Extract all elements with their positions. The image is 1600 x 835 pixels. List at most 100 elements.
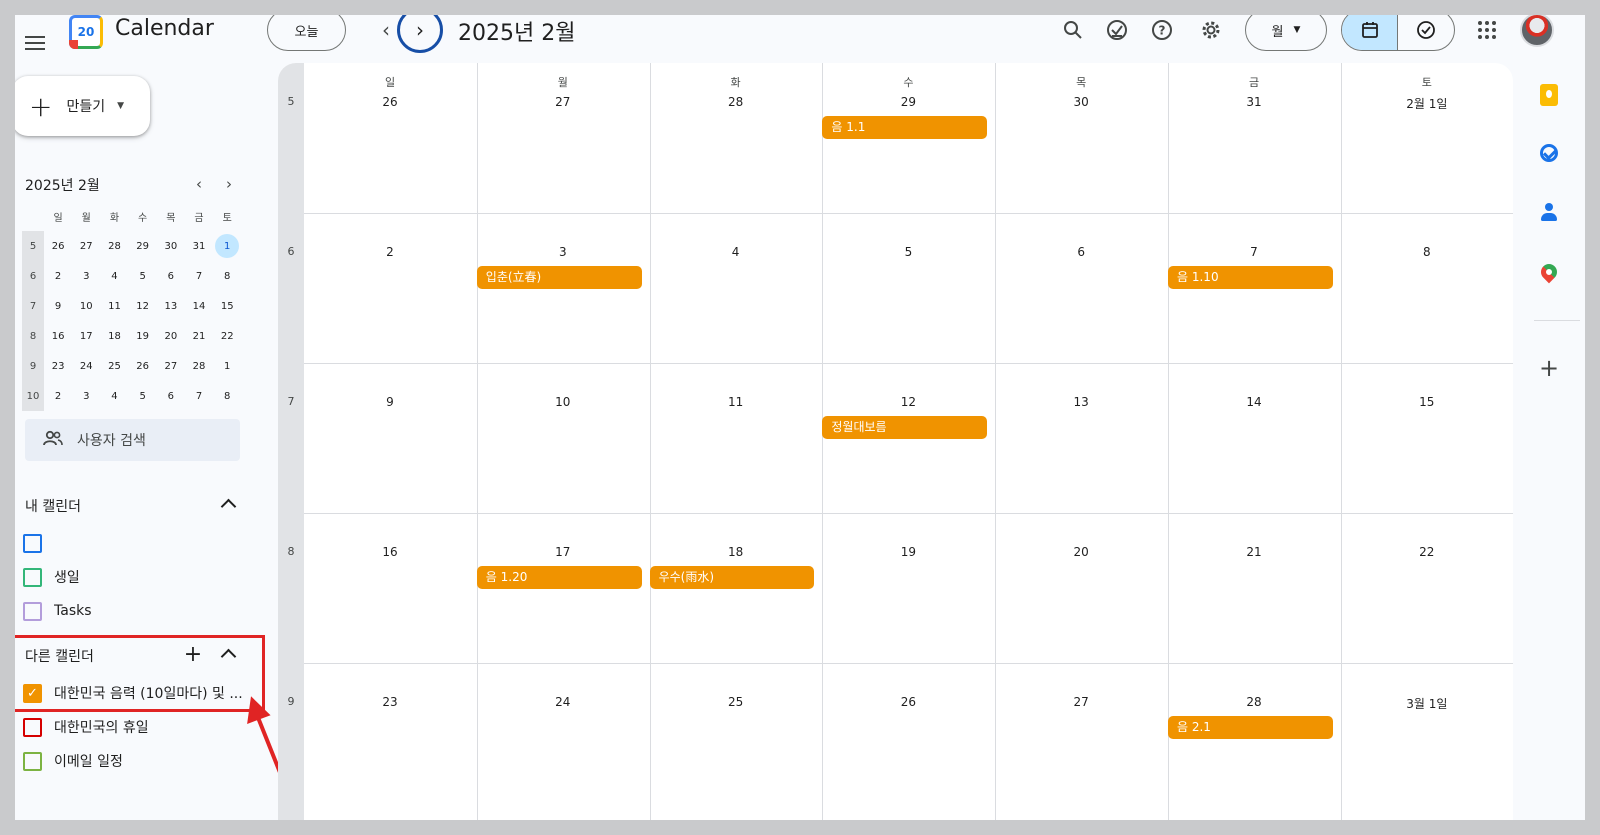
mini-day[interactable]: 7 bbox=[185, 381, 213, 411]
day-number[interactable]: 3월 1일 bbox=[1341, 695, 1513, 712]
day-number[interactable]: 31 bbox=[1168, 95, 1340, 109]
day-number[interactable]: 18 bbox=[650, 545, 822, 559]
mini-day[interactable]: 28 bbox=[100, 231, 128, 261]
calendar-checkbox[interactable] bbox=[23, 717, 42, 737]
mini-day[interactable]: 4 bbox=[100, 261, 128, 291]
main-menu-button[interactable] bbox=[15, 23, 55, 63]
mini-day[interactable]: 4 bbox=[100, 381, 128, 411]
mini-week-number[interactable]: 5 bbox=[22, 231, 44, 261]
contacts-icon[interactable] bbox=[1534, 197, 1564, 227]
day-number[interactable]: 17 bbox=[477, 545, 649, 559]
mini-day[interactable]: 30 bbox=[157, 231, 185, 261]
mini-day[interactable]: 11 bbox=[100, 291, 128, 321]
day-number[interactable]: 6 bbox=[995, 245, 1167, 259]
event-chip[interactable]: 음 1.1 bbox=[822, 116, 988, 139]
mini-day[interactable]: 3 bbox=[72, 381, 100, 411]
week-number[interactable]: 6 bbox=[278, 245, 304, 258]
week-number[interactable]: 7 bbox=[278, 395, 304, 408]
mini-day[interactable]: 22 bbox=[213, 321, 241, 351]
day-number[interactable]: 16 bbox=[304, 545, 476, 559]
create-button[interactable]: + 만들기 ▼ bbox=[15, 76, 150, 136]
day-number[interactable]: 2 bbox=[304, 245, 476, 259]
calendar-checkbox[interactable] bbox=[23, 567, 42, 587]
day-number[interactable]: 4 bbox=[650, 245, 822, 259]
mini-day[interactable]: 9 bbox=[44, 291, 72, 321]
mini-week-number[interactable]: 7 bbox=[22, 291, 44, 321]
calendar-mode-button[interactable] bbox=[1342, 15, 1399, 50]
event-chip[interactable]: 입춘(立春) bbox=[476, 266, 642, 289]
my-calendars-collapse-button[interactable] bbox=[215, 491, 241, 517]
mini-day[interactable]: 27 bbox=[157, 351, 185, 381]
day-number[interactable]: 30 bbox=[995, 95, 1167, 109]
day-number[interactable]: 26 bbox=[304, 95, 476, 109]
mini-day[interactable]: 16 bbox=[44, 321, 72, 351]
mini-week-number[interactable]: 6 bbox=[22, 261, 44, 291]
mini-day[interactable]: 31 bbox=[185, 231, 213, 261]
calendar-checkbox[interactable] bbox=[23, 601, 42, 621]
mini-day[interactable]: 6 bbox=[157, 381, 185, 411]
mini-calendar-next-button[interactable]: › bbox=[218, 173, 240, 195]
keep-icon[interactable] bbox=[1534, 80, 1564, 110]
mini-day[interactable]: 27 bbox=[72, 231, 100, 261]
day-number[interactable]: 11 bbox=[650, 395, 822, 409]
event-chip[interactable]: 음 2.1 bbox=[1168, 716, 1333, 739]
mini-day[interactable]: 3 bbox=[72, 261, 100, 291]
mini-day[interactable]: 2 bbox=[44, 381, 72, 411]
day-number[interactable]: 27 bbox=[995, 695, 1167, 709]
day-number[interactable]: 27 bbox=[477, 95, 649, 109]
day-number[interactable]: 10 bbox=[477, 395, 649, 409]
tasks-mode-button[interactable] bbox=[1398, 15, 1454, 50]
mini-day[interactable]: 10 bbox=[72, 291, 100, 321]
day-number[interactable]: 20 bbox=[995, 545, 1167, 559]
week-number[interactable]: 5 bbox=[278, 95, 304, 108]
mini-day[interactable]: 5 bbox=[129, 381, 157, 411]
mini-calendar-prev-button[interactable]: ‹ bbox=[188, 173, 210, 195]
day-number[interactable]: 14 bbox=[1168, 395, 1340, 409]
account-avatar[interactable] bbox=[1520, 15, 1554, 47]
mini-day[interactable]: 23 bbox=[44, 351, 72, 381]
mini-day[interactable]: 7 bbox=[185, 261, 213, 291]
google-apps-button[interactable] bbox=[1469, 15, 1505, 48]
mini-day[interactable]: 1 bbox=[213, 351, 241, 381]
day-number[interactable]: 15 bbox=[1341, 395, 1513, 409]
day-number[interactable]: 13 bbox=[995, 395, 1167, 409]
day-number[interactable]: 21 bbox=[1168, 545, 1340, 559]
day-number[interactable]: 12 bbox=[822, 395, 994, 409]
mini-day[interactable]: 13 bbox=[157, 291, 185, 321]
event-chip[interactable]: 음 1.20 bbox=[476, 566, 642, 589]
calendar-list-item[interactable]: 대한민국의 휴일 bbox=[23, 712, 253, 742]
calendar-list-item[interactable]: 이메일 일정 bbox=[23, 746, 253, 776]
day-number[interactable]: 9 bbox=[304, 395, 476, 409]
mini-week-number[interactable]: 9 bbox=[22, 351, 44, 381]
mini-week-number[interactable]: 10 bbox=[22, 381, 44, 411]
mini-day[interactable]: 29 bbox=[129, 231, 157, 261]
mini-day[interactable]: 8 bbox=[213, 261, 241, 291]
mini-day[interactable]: 17 bbox=[72, 321, 100, 351]
mini-day[interactable]: 1 bbox=[213, 231, 241, 261]
day-number[interactable]: 3 bbox=[477, 245, 649, 259]
people-search-field[interactable]: 사용자 검색 bbox=[25, 419, 240, 461]
mini-day[interactable]: 2 bbox=[44, 261, 72, 291]
day-number[interactable]: 26 bbox=[822, 695, 994, 709]
view-select-button[interactable]: 월 ▼ bbox=[1245, 15, 1327, 51]
day-number[interactable]: 5 bbox=[822, 245, 994, 259]
tasks-icon[interactable] bbox=[1534, 138, 1564, 168]
week-number[interactable]: 8 bbox=[278, 545, 304, 558]
maps-icon[interactable] bbox=[1534, 257, 1564, 287]
mini-day[interactable]: 5 bbox=[129, 261, 157, 291]
day-number[interactable]: 29 bbox=[822, 95, 994, 109]
settings-button[interactable] bbox=[1193, 15, 1229, 48]
day-number[interactable]: 28 bbox=[1168, 695, 1340, 709]
tasks-status-button[interactable] bbox=[1099, 15, 1135, 48]
mini-day[interactable]: 28 bbox=[185, 351, 213, 381]
event-chip[interactable]: 우수(雨水) bbox=[649, 566, 815, 589]
day-number[interactable]: 19 bbox=[822, 545, 994, 559]
week-number[interactable]: 9 bbox=[278, 695, 304, 708]
mini-day[interactable]: 8 bbox=[213, 381, 241, 411]
mini-day[interactable]: 15 bbox=[213, 291, 241, 321]
mini-day[interactable]: 21 bbox=[185, 321, 213, 351]
day-number[interactable]: 25 bbox=[650, 695, 822, 709]
day-number[interactable]: 28 bbox=[650, 95, 822, 109]
event-chip[interactable]: 정월대보름 bbox=[822, 416, 988, 439]
mini-day[interactable]: 6 bbox=[157, 261, 185, 291]
